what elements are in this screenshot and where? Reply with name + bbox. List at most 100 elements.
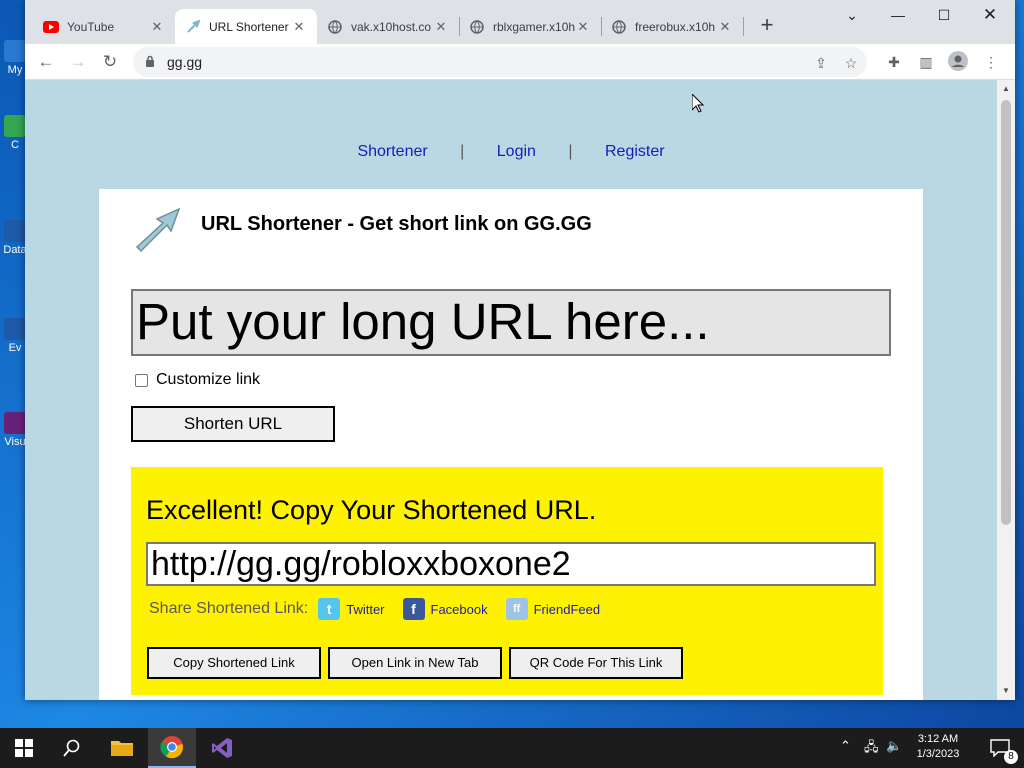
new-tab-button[interactable]: + xyxy=(755,14,779,38)
nav-login-link[interactable]: Login xyxy=(497,143,536,160)
arrow-icon xyxy=(185,19,201,35)
share-twitter-label: Twitter xyxy=(346,601,385,617)
site-logo-arrow-icon xyxy=(135,207,181,253)
address-bar[interactable]: gg.gg ⇪ ☆ xyxy=(133,47,867,77)
address-text: gg.gg xyxy=(167,54,203,70)
open-link-new-tab-button[interactable]: Open Link in New Tab xyxy=(328,647,502,679)
visual-studio-icon xyxy=(212,738,232,758)
forward-button[interactable]: → xyxy=(66,50,90,74)
search-button[interactable] xyxy=(48,728,96,768)
taskbar: ⌃ 🖧 🔈 3:12 AM 1/3/2023 8 xyxy=(0,728,1024,768)
volume-icon[interactable]: 🔈 xyxy=(886,738,902,754)
desktop-icon-label: Ev xyxy=(8,342,22,354)
share-row: Share Shortened Link: t Twitter f Facebo… xyxy=(149,598,618,620)
notification-badge: 8 xyxy=(1004,750,1018,764)
share-facebook-label: Facebook xyxy=(430,601,488,617)
site-nav: Shortener | Login | Register xyxy=(25,143,997,161)
customize-link-checkbox[interactable]: Customize link xyxy=(135,371,260,389)
tab-divider xyxy=(743,17,744,36)
page-title: URL Shortener - Get short link on GG.GG xyxy=(201,213,592,235)
youtube-icon xyxy=(43,19,59,35)
minimize-button[interactable]: — xyxy=(875,0,921,32)
close-icon[interactable]: ✕ xyxy=(291,19,307,35)
result-title: Excellent! Copy Your Shortened URL. xyxy=(146,495,597,525)
shortcut-icon xyxy=(4,220,26,242)
maximize-button[interactable]: ☐ xyxy=(921,0,967,32)
back-button[interactable]: ← xyxy=(34,50,58,74)
tab-search-button[interactable]: ⌄ xyxy=(829,0,875,32)
profile-icon[interactable] xyxy=(947,51,969,73)
tab-rblxgamer[interactable]: rblxgamer.x10h ✕ xyxy=(459,9,601,44)
browser-window: YouTube ✕ URL Shortener ✕ vak.x10host.co… xyxy=(25,0,1015,700)
show-hidden-icons-icon[interactable]: ⌃ xyxy=(840,738,851,754)
result-panel: Excellent! Copy Your Shortened URL. http… xyxy=(131,467,883,695)
tab-strip: YouTube ✕ URL Shortener ✕ vak.x10host.co… xyxy=(25,0,1015,44)
bookmark-star-icon[interactable]: ☆ xyxy=(841,53,861,73)
copy-shortened-link-button[interactable]: Copy Shortened Link xyxy=(147,647,321,679)
close-icon[interactable]: ✕ xyxy=(149,19,165,35)
visual-studio-taskbar-button[interactable] xyxy=(198,728,246,768)
tab-title: vak.x10host.co xyxy=(351,19,432,34)
close-window-button[interactable]: ✕ xyxy=(967,0,1013,32)
nav-shortener-link[interactable]: Shortener xyxy=(357,143,427,160)
checkbox-box[interactable] xyxy=(135,373,148,387)
scroll-down-icon[interactable]: ▼ xyxy=(1001,686,1011,695)
share-label: Share Shortened Link: xyxy=(149,600,309,617)
mouse-cursor-icon xyxy=(692,94,704,113)
tab-freerobux[interactable]: freerobux.x10h ✕ xyxy=(601,9,743,44)
nav-divider: | xyxy=(460,143,465,160)
friendfeed-icon: ff xyxy=(505,598,528,620)
tab-youtube[interactable]: YouTube ✕ xyxy=(33,9,175,44)
shortener-card: URL Shortener - Get short link on GG.GG … xyxy=(99,189,923,700)
tab-title: freerobux.x10h xyxy=(635,19,716,34)
share-icon[interactable]: ⇪ xyxy=(811,53,831,73)
scrollbar-thumb[interactable] xyxy=(1001,100,1011,525)
globe-icon xyxy=(611,19,627,35)
nav-register-link[interactable]: Register xyxy=(605,143,665,160)
share-friendfeed-label: FriendFeed xyxy=(533,601,601,617)
clock-date: 1/3/2023 xyxy=(916,748,960,760)
desktop-icon-label: Visu xyxy=(4,436,26,448)
share-twitter-link[interactable]: t Twitter xyxy=(318,598,385,620)
extensions-icon[interactable]: ✚ xyxy=(883,51,905,73)
folder-icon xyxy=(111,741,133,756)
desktop-icon-label: C xyxy=(11,139,19,151)
desktop-icon-label: Data xyxy=(3,244,27,256)
close-icon[interactable]: ✕ xyxy=(717,19,733,35)
customize-link-label: Customize link xyxy=(156,371,261,388)
shorten-url-button[interactable]: Shorten URL xyxy=(131,406,335,442)
nav-divider: | xyxy=(568,143,573,160)
globe-icon xyxy=(469,19,485,35)
close-icon[interactable]: ✕ xyxy=(575,19,591,35)
long-url-input[interactable]: Put your long URL here... xyxy=(131,289,891,356)
tab-vak[interactable]: vak.x10host.co ✕ xyxy=(317,9,459,44)
page-viewport: Shortener | Login | Register URL Shorten… xyxy=(25,80,997,700)
clock-time: 3:12 AM xyxy=(917,733,959,745)
short-url-field[interactable]: http://gg.gg/robloxxboxone2 xyxy=(146,542,876,586)
visual-studio-icon xyxy=(4,412,26,434)
tab-url-shortener[interactable]: URL Shortener ✕ xyxy=(175,9,317,44)
page-scrollbar[interactable]: ▲ ▼ xyxy=(997,80,1015,700)
chrome-taskbar-button[interactable] xyxy=(148,728,196,768)
facebook-icon: f xyxy=(402,598,425,620)
tab-title: rblxgamer.x10h xyxy=(493,19,575,34)
twitter-icon: t xyxy=(318,598,341,620)
close-icon[interactable]: ✕ xyxy=(433,19,449,35)
network-icon[interactable]: 🖧 xyxy=(864,738,879,760)
windows-logo-icon xyxy=(15,739,33,757)
start-button[interactable] xyxy=(0,728,48,768)
share-facebook-link[interactable]: f Facebook xyxy=(402,598,488,620)
taskbar-clock[interactable]: 3:12 AM 1/3/2023 xyxy=(908,732,968,762)
menu-kebab-icon[interactable]: ⋮ xyxy=(980,51,1002,73)
globe-icon xyxy=(327,19,343,35)
scroll-up-icon[interactable]: ▲ xyxy=(1001,84,1011,93)
chrome-icon xyxy=(160,736,184,759)
shortcut-icon xyxy=(4,318,26,340)
notification-center-button[interactable]: 8 xyxy=(976,728,1024,768)
qr-code-button[interactable]: QR Code For This Link xyxy=(509,647,683,679)
reload-button[interactable]: ↻ xyxy=(98,50,122,74)
share-friendfeed-link[interactable]: ff FriendFeed xyxy=(505,598,601,620)
side-panel-icon[interactable]: ▥ xyxy=(915,51,937,73)
file-explorer-button[interactable] xyxy=(98,728,146,768)
browser-toolbar: ← → ↻ gg.gg ⇪ ☆ ✚ ▥ ⋮ xyxy=(25,44,1015,80)
